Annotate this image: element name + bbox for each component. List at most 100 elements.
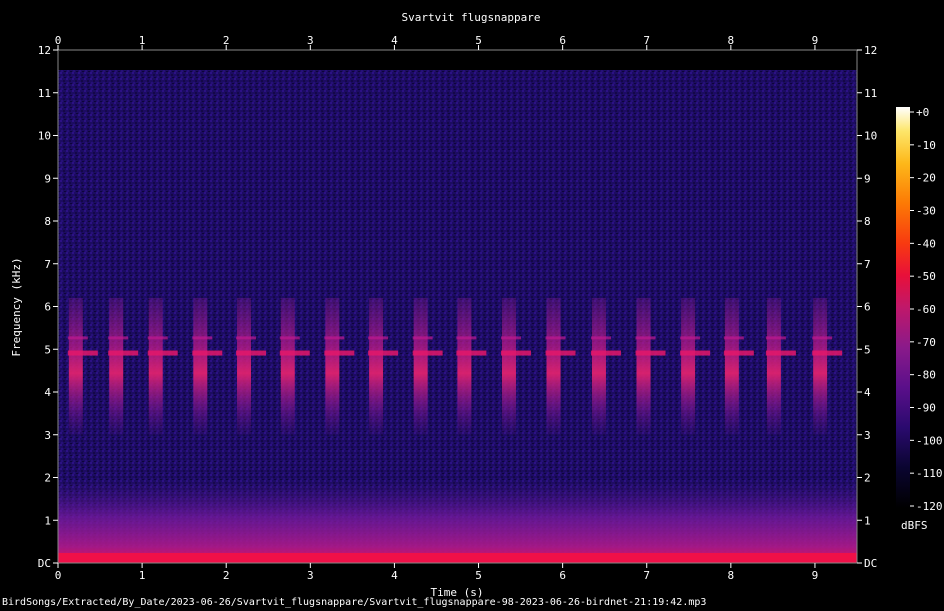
syllable-body <box>766 297 781 435</box>
y-tick-label-right: 7 <box>864 258 871 271</box>
syllable-harmonic <box>192 336 213 340</box>
low-frequency-band <box>58 480 857 563</box>
y-tick-label: 6 <box>44 301 51 314</box>
x-tick-label-top: 2 <box>223 34 230 47</box>
y-tick-label: 5 <box>44 343 51 356</box>
y-axis-label: Frequency (kHz) <box>10 257 23 356</box>
y-tick-label: 10 <box>38 130 51 143</box>
y-tick-label: 4 <box>44 386 51 399</box>
syllable-harmonic <box>635 336 656 340</box>
syllable-body <box>237 297 252 435</box>
syllable-peak <box>192 350 223 356</box>
syllable-peak <box>680 350 711 356</box>
x-tick-label-top: 9 <box>812 34 819 47</box>
syllable-body <box>501 297 516 435</box>
x-tick-label: 9 <box>812 569 819 582</box>
colorbar-tick-label: -60 <box>916 303 936 316</box>
x-tick-label-top: 8 <box>728 34 735 47</box>
colorbar-label: dBFS <box>901 519 928 532</box>
syllable-body <box>148 297 163 435</box>
syllable-body <box>546 297 561 435</box>
x-tick-label-top: 7 <box>643 34 650 47</box>
x-tick-label-top: 6 <box>559 34 566 47</box>
syllable-peak <box>812 350 843 356</box>
syllable-harmonic <box>590 336 611 340</box>
colorbar-tick-label: -90 <box>916 402 936 415</box>
x-tick-label-top: 1 <box>139 34 146 47</box>
colorbar-tick-label: -100 <box>916 434 943 447</box>
syllable-peak <box>635 350 666 356</box>
file-path: BirdSongs/Extracted/By_Date/2023-06-26/S… <box>2 597 707 608</box>
colorbar <box>896 107 910 508</box>
syllable-harmonic <box>412 336 433 340</box>
x-tick-label: 0 <box>55 569 62 582</box>
syllable-body <box>591 297 606 435</box>
syllable-harmonic <box>723 336 744 340</box>
y-tick-label-right: 8 <box>864 215 871 228</box>
y-tick-label: 7 <box>44 258 51 271</box>
syllable-body <box>280 297 295 435</box>
syllable-harmonic <box>812 336 833 340</box>
syllable-body <box>681 297 696 435</box>
colorbar-tick-label: -80 <box>916 369 936 382</box>
colorbar-tick-label: -110 <box>916 467 943 480</box>
syllable-body <box>109 297 124 435</box>
syllable-peak <box>108 350 139 356</box>
syllable-body <box>457 297 472 435</box>
syllable-peak <box>368 350 399 356</box>
y-tick-label-right: 5 <box>864 343 871 356</box>
y-tick-label-right: 3 <box>864 429 871 442</box>
x-tick-label: 2 <box>223 569 230 582</box>
syllable-peak <box>147 350 178 356</box>
colorbar-tick-label: -120 <box>916 500 943 513</box>
x-tick-label-top: 5 <box>475 34 482 47</box>
syllable-harmonic <box>67 336 88 340</box>
syllable-harmonic <box>500 336 521 340</box>
syllable-body <box>636 297 651 435</box>
y-tick-label-right: 10 <box>864 130 877 143</box>
y-tick-label: 8 <box>44 215 51 228</box>
syllable-body <box>68 297 83 435</box>
y-tick-label: DC <box>38 557 51 570</box>
syllable-peak <box>324 350 355 356</box>
colorbar-ticks: +0 -10 -20 -30 -40 -50 -60 -70 -80 -90 -100 -110 -12… <box>910 106 943 513</box>
syllable-harmonic <box>324 336 345 340</box>
colorbar-tick-label: -10 <box>916 139 936 152</box>
colorbar-tick-label: -20 <box>916 172 936 185</box>
syllable-peak <box>765 350 796 356</box>
y-tick-label-right: 11 <box>864 87 877 100</box>
syllable-peak <box>500 350 531 356</box>
syllable-body <box>369 297 384 435</box>
y-tick-label: 2 <box>44 472 51 485</box>
y-tick-label: 9 <box>44 172 51 185</box>
x-tick-label: 5 <box>475 569 482 582</box>
x-tick-label-top: 4 <box>391 34 398 47</box>
syllable-harmonic <box>236 336 257 340</box>
y-tick-label: 3 <box>44 429 51 442</box>
x-tick-label: 4 <box>391 569 398 582</box>
x-tick-label: 1 <box>139 569 146 582</box>
syllable-harmonic <box>279 336 300 340</box>
syllable-peak <box>545 350 576 356</box>
spectrogram-chart: Svartvit flugsnappare 001122334455667788… <box>10 11 943 599</box>
y-tick-label: 12 <box>38 44 51 57</box>
syllable-body <box>325 297 340 435</box>
syllable-peak <box>67 350 98 356</box>
syllable-harmonic <box>368 336 389 340</box>
y-tick-label-right: 1 <box>864 514 871 527</box>
syllable-peak <box>236 350 267 356</box>
y-tick-label: 11 <box>38 87 51 100</box>
syllable-harmonic <box>765 336 786 340</box>
syllable-harmonic <box>147 336 168 340</box>
x-tick-label: 7 <box>643 569 650 582</box>
syllable-peak <box>412 350 443 356</box>
y-tick-label-right: 2 <box>864 472 871 485</box>
syllable-peak <box>279 350 310 356</box>
y-tick-label-right: 9 <box>864 172 871 185</box>
colorbar-tick-label: -70 <box>916 336 936 349</box>
syllable-harmonic <box>108 336 129 340</box>
colorbar-tick-label: -30 <box>916 205 936 218</box>
x-tick-label: 6 <box>559 569 566 582</box>
syllable-body <box>193 297 208 435</box>
syllable-harmonic <box>545 336 566 340</box>
